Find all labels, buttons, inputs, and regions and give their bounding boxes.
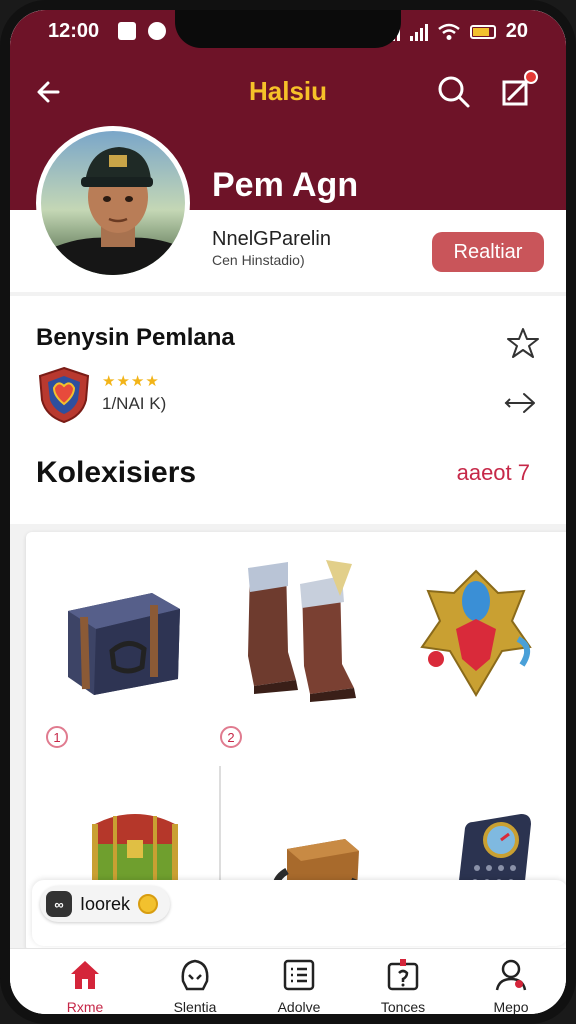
screen: 12:00 20 Halsiu Pem Agn NnelGParelin Cen… bbox=[10, 10, 566, 1014]
toast-bar: ∞ Ioorek bbox=[32, 880, 566, 946]
bottom-navigation: Rxme Slentia Adolve Tonces Mepo bbox=[10, 948, 566, 1015]
leather-boots-icon bbox=[248, 560, 356, 702]
coin-icon bbox=[138, 894, 159, 914]
battery-icon bbox=[469, 24, 496, 39]
notification-badge bbox=[524, 70, 538, 84]
notification-icon bbox=[118, 22, 136, 40]
profile-icon bbox=[495, 959, 527, 991]
collection-item-1[interactable] bbox=[44, 560, 204, 710]
wifi-icon bbox=[437, 23, 460, 40]
armored-chest-icon bbox=[68, 593, 180, 695]
guild-rating: ★★★★ bbox=[102, 373, 160, 390]
item-badge-2: 2 bbox=[220, 726, 242, 748]
grid-divider bbox=[219, 766, 221, 896]
calendar-icon bbox=[387, 959, 419, 991]
nav-label-home: Rxme bbox=[66, 999, 104, 1015]
app-title: Halsiu bbox=[248, 76, 328, 106]
guild-badge-icon bbox=[38, 366, 90, 424]
status-time: 12:00 bbox=[48, 20, 100, 42]
star-outline-icon[interactable] bbox=[506, 326, 540, 360]
list-icon bbox=[283, 959, 315, 991]
profile-meta: Cen Hinstadio) bbox=[212, 252, 305, 268]
camera-notch bbox=[175, 10, 401, 48]
jeweled-emblem-icon bbox=[420, 569, 532, 697]
nav-item-mepo[interactable]: Mepo bbox=[456, 957, 566, 1015]
battery-text: 20 bbox=[505, 20, 528, 42]
top-app-bar: Halsiu bbox=[10, 62, 566, 122]
profile-name: Pem Agn bbox=[212, 166, 359, 204]
infinity-icon: ∞ bbox=[46, 891, 72, 917]
nav-item-adolve[interactable]: Adolve bbox=[244, 957, 354, 1015]
item-badge-1: 1 bbox=[46, 726, 68, 748]
signal-2-icon bbox=[409, 23, 428, 41]
toast-text: Ioorek bbox=[80, 893, 131, 914]
share-arrow-icon[interactable] bbox=[504, 388, 540, 418]
home-icon bbox=[71, 961, 99, 989]
collections-see-all-link[interactable]: aaeot 7 bbox=[457, 460, 530, 486]
profile-subtitle: NnelGParelin bbox=[212, 228, 331, 250]
nav-item-home[interactable]: Rxme bbox=[30, 957, 140, 1015]
phone-frame: 12:00 20 Halsiu Pem Agn NnelGParelin Cen… bbox=[0, 0, 576, 1024]
status-indicators: 20 bbox=[381, 20, 528, 43]
edit-button[interactable] bbox=[496, 70, 538, 112]
app-notification-icon bbox=[148, 22, 166, 40]
toast-chip[interactable]: ∞ Ioorek bbox=[40, 886, 171, 922]
collections-title: Kolexisiers bbox=[36, 456, 197, 489]
realtiar-button[interactable]: Realtiar bbox=[432, 232, 544, 272]
guild-section: Benysin Pemlana ★★★★ 1/NAI K) Kolexisier… bbox=[10, 296, 566, 524]
guild-code: 1/NAI K) bbox=[102, 394, 167, 413]
nav-item-slentia[interactable]: Slentia bbox=[140, 957, 250, 1015]
nav-label-tonces: Tonces bbox=[380, 999, 426, 1015]
collection-item-2[interactable] bbox=[220, 556, 380, 706]
home-indicator[interactable] bbox=[210, 1016, 386, 1022]
helmet-icon bbox=[181, 959, 209, 991]
nav-label-mepo: Mepo bbox=[493, 999, 529, 1015]
nav-label-adolve: Adolve bbox=[277, 999, 321, 1015]
search-icon[interactable] bbox=[434, 72, 474, 112]
nav-label-slentia: Slentia bbox=[173, 999, 217, 1015]
nav-item-tonces[interactable]: Tonces bbox=[348, 957, 458, 1015]
avatar[interactable] bbox=[36, 126, 190, 280]
guild-title: Benysin Pemlana bbox=[36, 324, 235, 351]
collection-item-3[interactable] bbox=[396, 558, 556, 708]
